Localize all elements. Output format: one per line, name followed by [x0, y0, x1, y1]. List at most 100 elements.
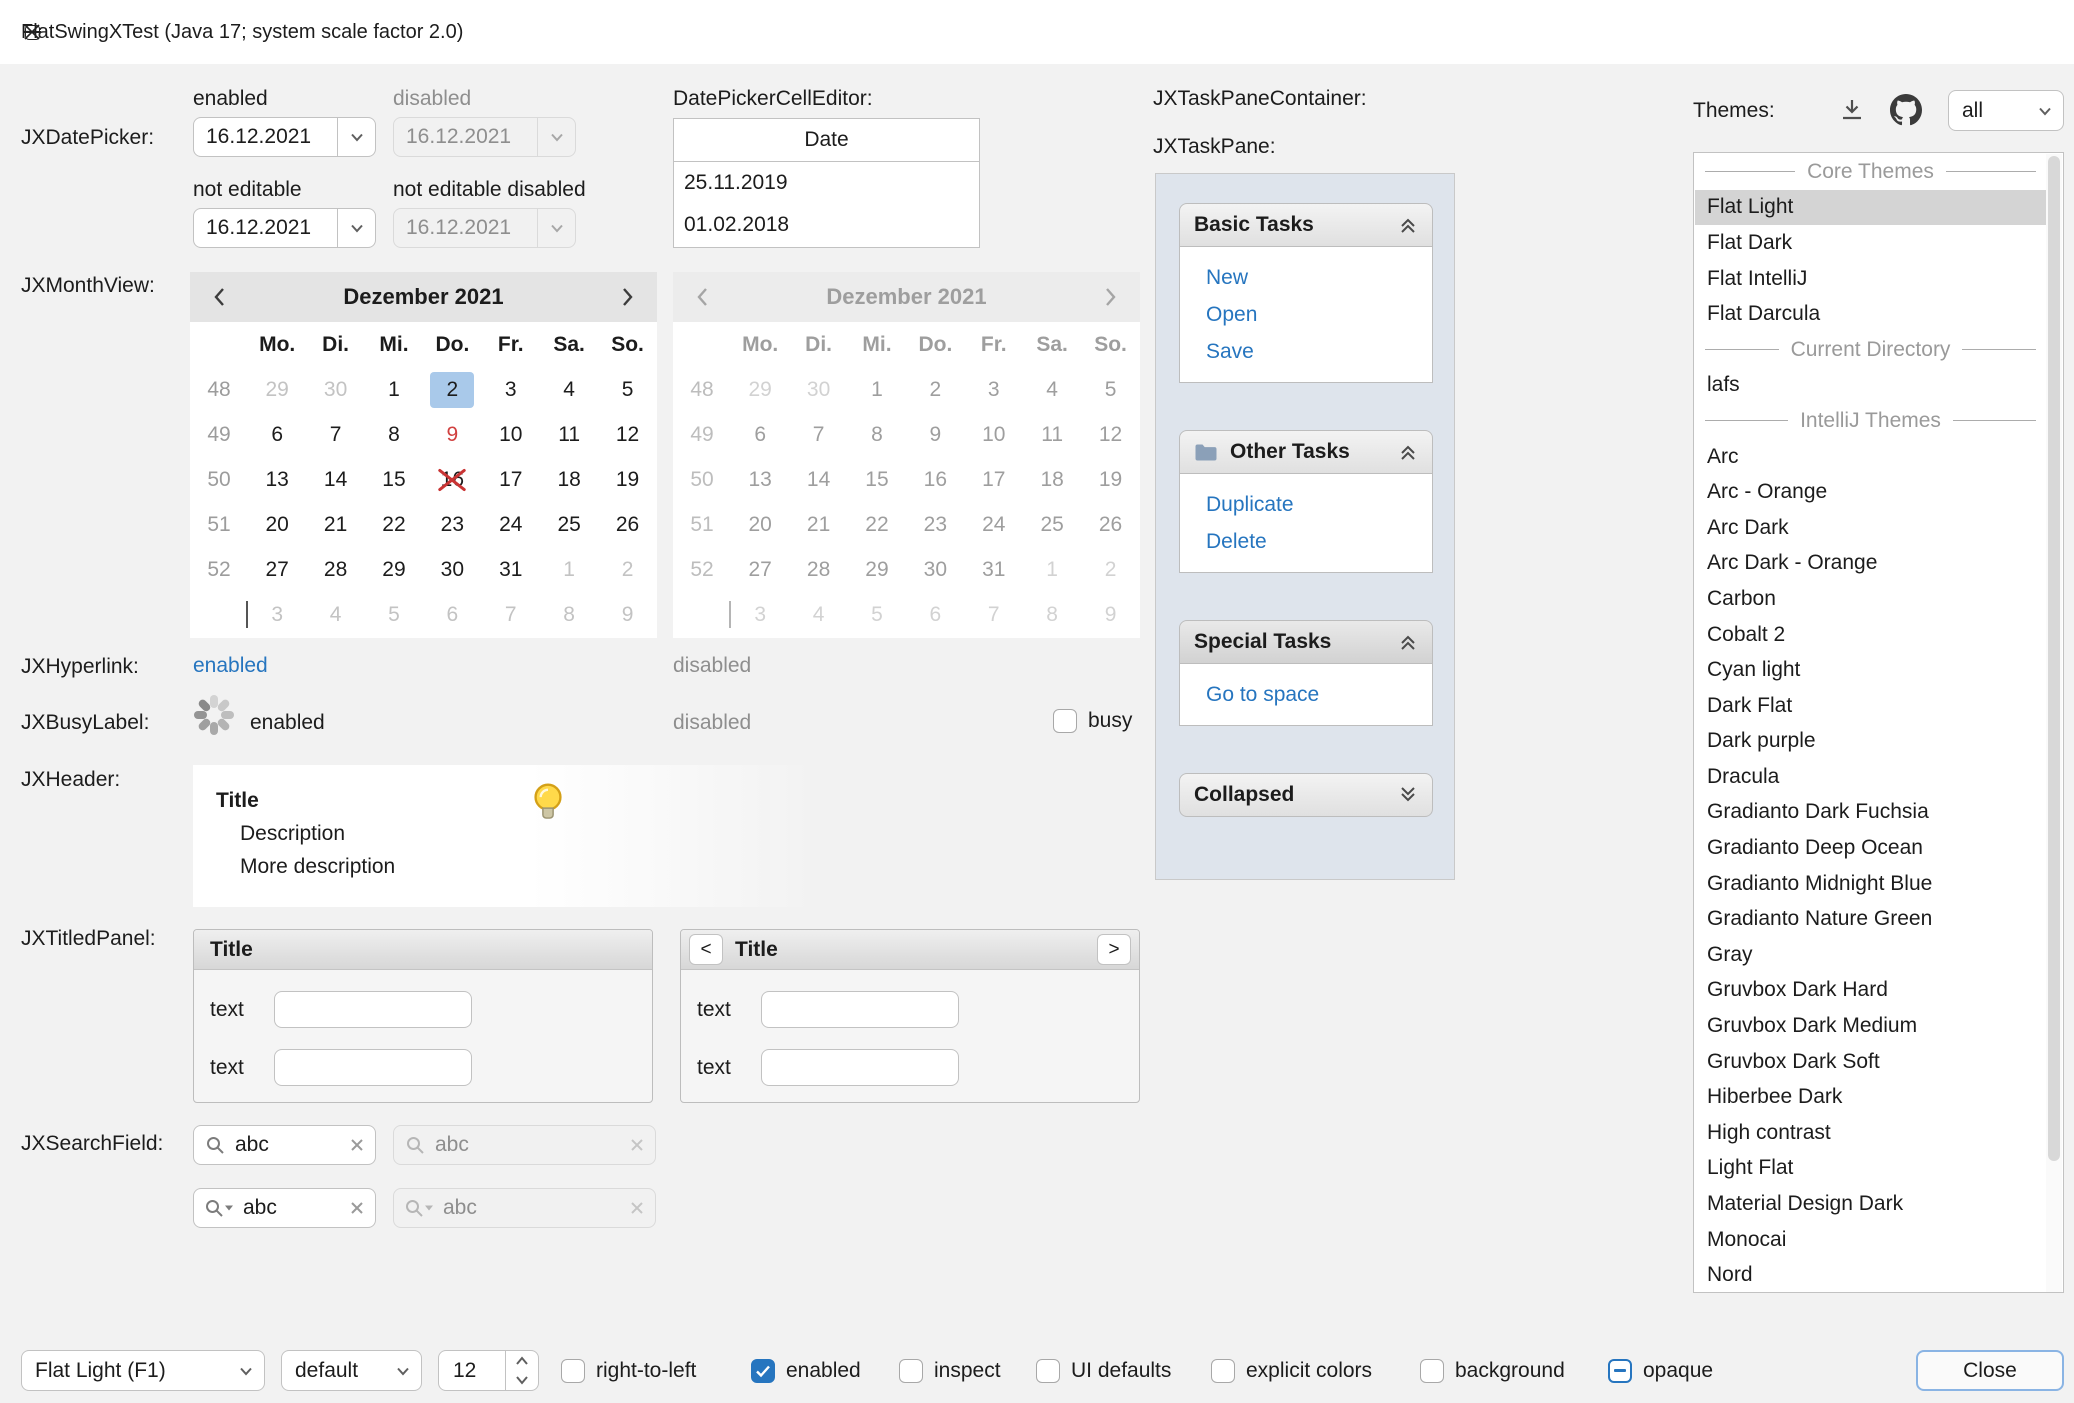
search-menu-icon[interactable]	[204, 1197, 234, 1219]
day-cell[interactable]: 18	[540, 457, 598, 502]
day-cell[interactable]: 14	[306, 457, 364, 502]
datepicker-not-editable[interactable]: 16.12.2021	[193, 208, 376, 248]
day-cell[interactable]: 1	[540, 547, 598, 592]
day-cell[interactable]: 16	[423, 457, 481, 502]
day-cell[interactable]: 27	[248, 547, 306, 592]
close-button[interactable]: Close	[1916, 1350, 2064, 1391]
day-cell[interactable]: 11	[540, 412, 598, 457]
theme-list-item[interactable]: Gray	[1695, 937, 2046, 973]
theme-list-item[interactable]: Gradianto Dark Fuchsia	[1695, 795, 2046, 831]
day-cell[interactable]: 9	[423, 412, 481, 457]
day-cell[interactable]: 1	[365, 367, 423, 412]
checkbox-box[interactable]	[1608, 1359, 1632, 1383]
theme-list-item[interactable]: Carbon	[1695, 581, 2046, 617]
search-value[interactable]: abc	[235, 1133, 340, 1157]
day-cell[interactable]: 9	[598, 592, 656, 637]
theme-list-item[interactable]: Flat Darcula	[1695, 296, 2046, 332]
clear-icon[interactable]	[349, 1200, 365, 1216]
theme-list-item[interactable]: Cyan light	[1695, 652, 2046, 688]
searchfield-enabled[interactable]: abc	[193, 1125, 376, 1165]
text-field[interactable]	[761, 1049, 959, 1086]
download-icon[interactable]	[1838, 96, 1866, 124]
close-window-button[interactable]	[0, 0, 64, 64]
checkbox-box[interactable]	[1420, 1359, 1444, 1383]
spinner-down-button[interactable]	[506, 1371, 538, 1391]
taskpane-link[interactable]: Delete	[1206, 527, 1406, 556]
theme-list-item[interactable]: Gradianto Deep Ocean	[1695, 830, 2046, 866]
day-cell[interactable]: 4	[306, 592, 364, 637]
next-month-button[interactable]	[611, 281, 643, 313]
theme-list-item[interactable]: Dark purple	[1695, 724, 2046, 760]
checkbox-inspect[interactable]: inspect	[899, 1350, 1001, 1391]
theme-list-item[interactable]: Flat IntelliJ	[1695, 261, 2046, 297]
table-row[interactable]: 01.02.2018	[674, 204, 979, 246]
checkbox-explicit-colors[interactable]: explicit colors	[1211, 1350, 1372, 1391]
searchfield-with-menu[interactable]: abc	[193, 1188, 376, 1228]
taskpane-header[interactable]: Special Tasks	[1179, 620, 1433, 664]
checkbox-box[interactable]	[561, 1359, 585, 1383]
day-cell[interactable]: 3	[482, 367, 540, 412]
checkbox-box[interactable]	[751, 1359, 775, 1383]
theme-list-item[interactable]: Flat Light	[1695, 190, 2046, 226]
titledpanel-left-button[interactable]: <	[689, 934, 723, 965]
checkbox-enabled[interactable]: enabled	[751, 1350, 861, 1391]
day-cell[interactable]: 30	[306, 367, 364, 412]
text-field[interactable]	[274, 991, 472, 1028]
search-value[interactable]: abc	[243, 1196, 340, 1220]
day-cell[interactable]: 8	[365, 412, 423, 457]
theme-list-item[interactable]: Nord	[1695, 1257, 2046, 1293]
day-cell[interactable]: 28	[306, 547, 364, 592]
theme-list-item[interactable]: Material Design Dark	[1695, 1186, 2046, 1222]
day-cell[interactable]: 4	[540, 367, 598, 412]
day-cell[interactable]: 2	[423, 367, 481, 412]
theme-list-item[interactable]: Monocai	[1695, 1222, 2046, 1258]
day-cell[interactable]: 15	[365, 457, 423, 502]
day-cell[interactable]: 30	[423, 547, 481, 592]
style-combobox[interactable]: default	[281, 1350, 422, 1391]
checkbox-opaque[interactable]: opaque	[1608, 1350, 1713, 1391]
theme-list-item[interactable]: Cobalt 2	[1695, 617, 2046, 653]
table-row[interactable]: 25.11.2019	[674, 162, 979, 204]
theme-list-item[interactable]: Gruvbox Dark Soft	[1695, 1044, 2046, 1080]
taskpane-link[interactable]: Open	[1206, 300, 1406, 329]
monthview-enabled[interactable]: Dezember 2021 Mo.Di.Mi.Do.Fr.Sa.So.48293…	[190, 272, 657, 638]
themes-scrollbar[interactable]	[2046, 154, 2062, 1293]
day-cell[interactable]: 22	[365, 502, 423, 547]
checkbox-box[interactable]	[1053, 709, 1077, 733]
day-cell[interactable]: 17	[482, 457, 540, 502]
taskpane-header[interactable]: Collapsed	[1179, 773, 1433, 817]
theme-list-item[interactable]: Hiberbee Dark	[1695, 1079, 2046, 1115]
theme-list-item[interactable]: Arc	[1695, 439, 2046, 475]
clear-icon[interactable]	[349, 1137, 365, 1153]
themes-filter-combobox[interactable]: all	[1948, 90, 2064, 131]
datepicker-arrow-button[interactable]	[337, 209, 375, 247]
theme-list-item[interactable]: Gruvbox Dark Medium	[1695, 1008, 2046, 1044]
day-cell[interactable]: 12	[598, 412, 656, 457]
checkbox-ui-defaults[interactable]: UI defaults	[1036, 1350, 1171, 1391]
taskpane-header[interactable]: Other Tasks	[1179, 430, 1433, 474]
day-cell[interactable]: 10	[482, 412, 540, 457]
titledpanel-right-button[interactable]: >	[1097, 934, 1131, 965]
prev-month-button[interactable]	[204, 281, 236, 313]
theme-list-item[interactable]: lafs	[1695, 368, 2046, 404]
checkbox-background[interactable]: background	[1420, 1350, 1565, 1391]
spinner-up-button[interactable]	[506, 1351, 538, 1371]
taskpane-link[interactable]: Duplicate	[1206, 490, 1406, 519]
datepicker-value[interactable]: 16.12.2021	[194, 125, 337, 149]
hyperlink-enabled[interactable]: enabled	[193, 654, 268, 678]
day-cell[interactable]: 2	[598, 547, 656, 592]
day-cell[interactable]: 13	[248, 457, 306, 502]
checkbox-right-to-left[interactable]: right-to-left	[561, 1350, 696, 1391]
taskpane-header[interactable]: Basic Tasks	[1179, 203, 1433, 247]
theme-list-item[interactable]: Flat Dark	[1695, 225, 2046, 261]
day-cell[interactable]: 6	[248, 412, 306, 457]
day-cell[interactable]: 8	[540, 592, 598, 637]
day-cell[interactable]: 25	[540, 502, 598, 547]
day-cell[interactable]: 3	[248, 592, 306, 637]
day-cell[interactable]: 31	[482, 547, 540, 592]
taskpane-link[interactable]: Save	[1206, 337, 1406, 366]
spinner-value[interactable]: 12	[439, 1359, 505, 1383]
taskpane-link[interactable]: Go to space	[1206, 680, 1406, 709]
github-icon[interactable]	[1890, 94, 1922, 126]
taskpane-link[interactable]: New	[1206, 263, 1406, 292]
